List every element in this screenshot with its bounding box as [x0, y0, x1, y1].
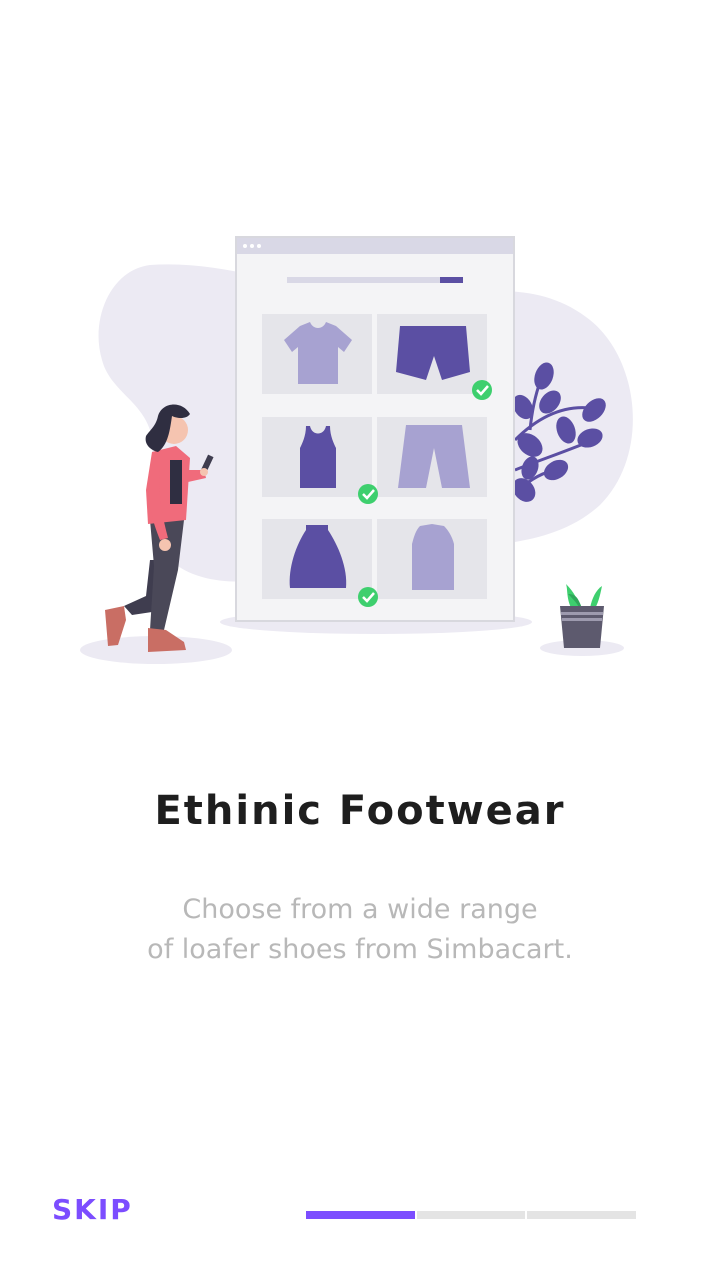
- online-shopping-illustration: [80, 236, 633, 664]
- potted-plant-icon: [560, 584, 604, 648]
- skip-button[interactable]: SKIP: [52, 1193, 133, 1226]
- check-icon: [358, 484, 378, 504]
- page-indicator-step-1: [306, 1211, 415, 1219]
- tanktop-icon: [300, 426, 336, 488]
- onboarding-title: Ethinic Footwear: [154, 788, 566, 834]
- onboarding-screen: Ethinic Footwear Choose from a wide rang…: [0, 0, 720, 1280]
- browser-window: [235, 236, 515, 622]
- description-line: Choose from a wide range: [182, 894, 538, 925]
- page-indicator-step-2: [416, 1211, 526, 1219]
- page-indicator-step-3: [527, 1211, 637, 1219]
- check-icon: [358, 587, 378, 607]
- search-bar-button: [440, 277, 463, 283]
- search-bar: [287, 277, 463, 283]
- page-indicator: [306, 1211, 637, 1219]
- check-icon: [472, 380, 492, 400]
- vest-icon: [412, 524, 454, 590]
- onboarding-description: Choose from a wide range of loafer shoes…: [60, 890, 660, 970]
- description-line: of loafer shoes from Simbacart.: [147, 934, 573, 965]
